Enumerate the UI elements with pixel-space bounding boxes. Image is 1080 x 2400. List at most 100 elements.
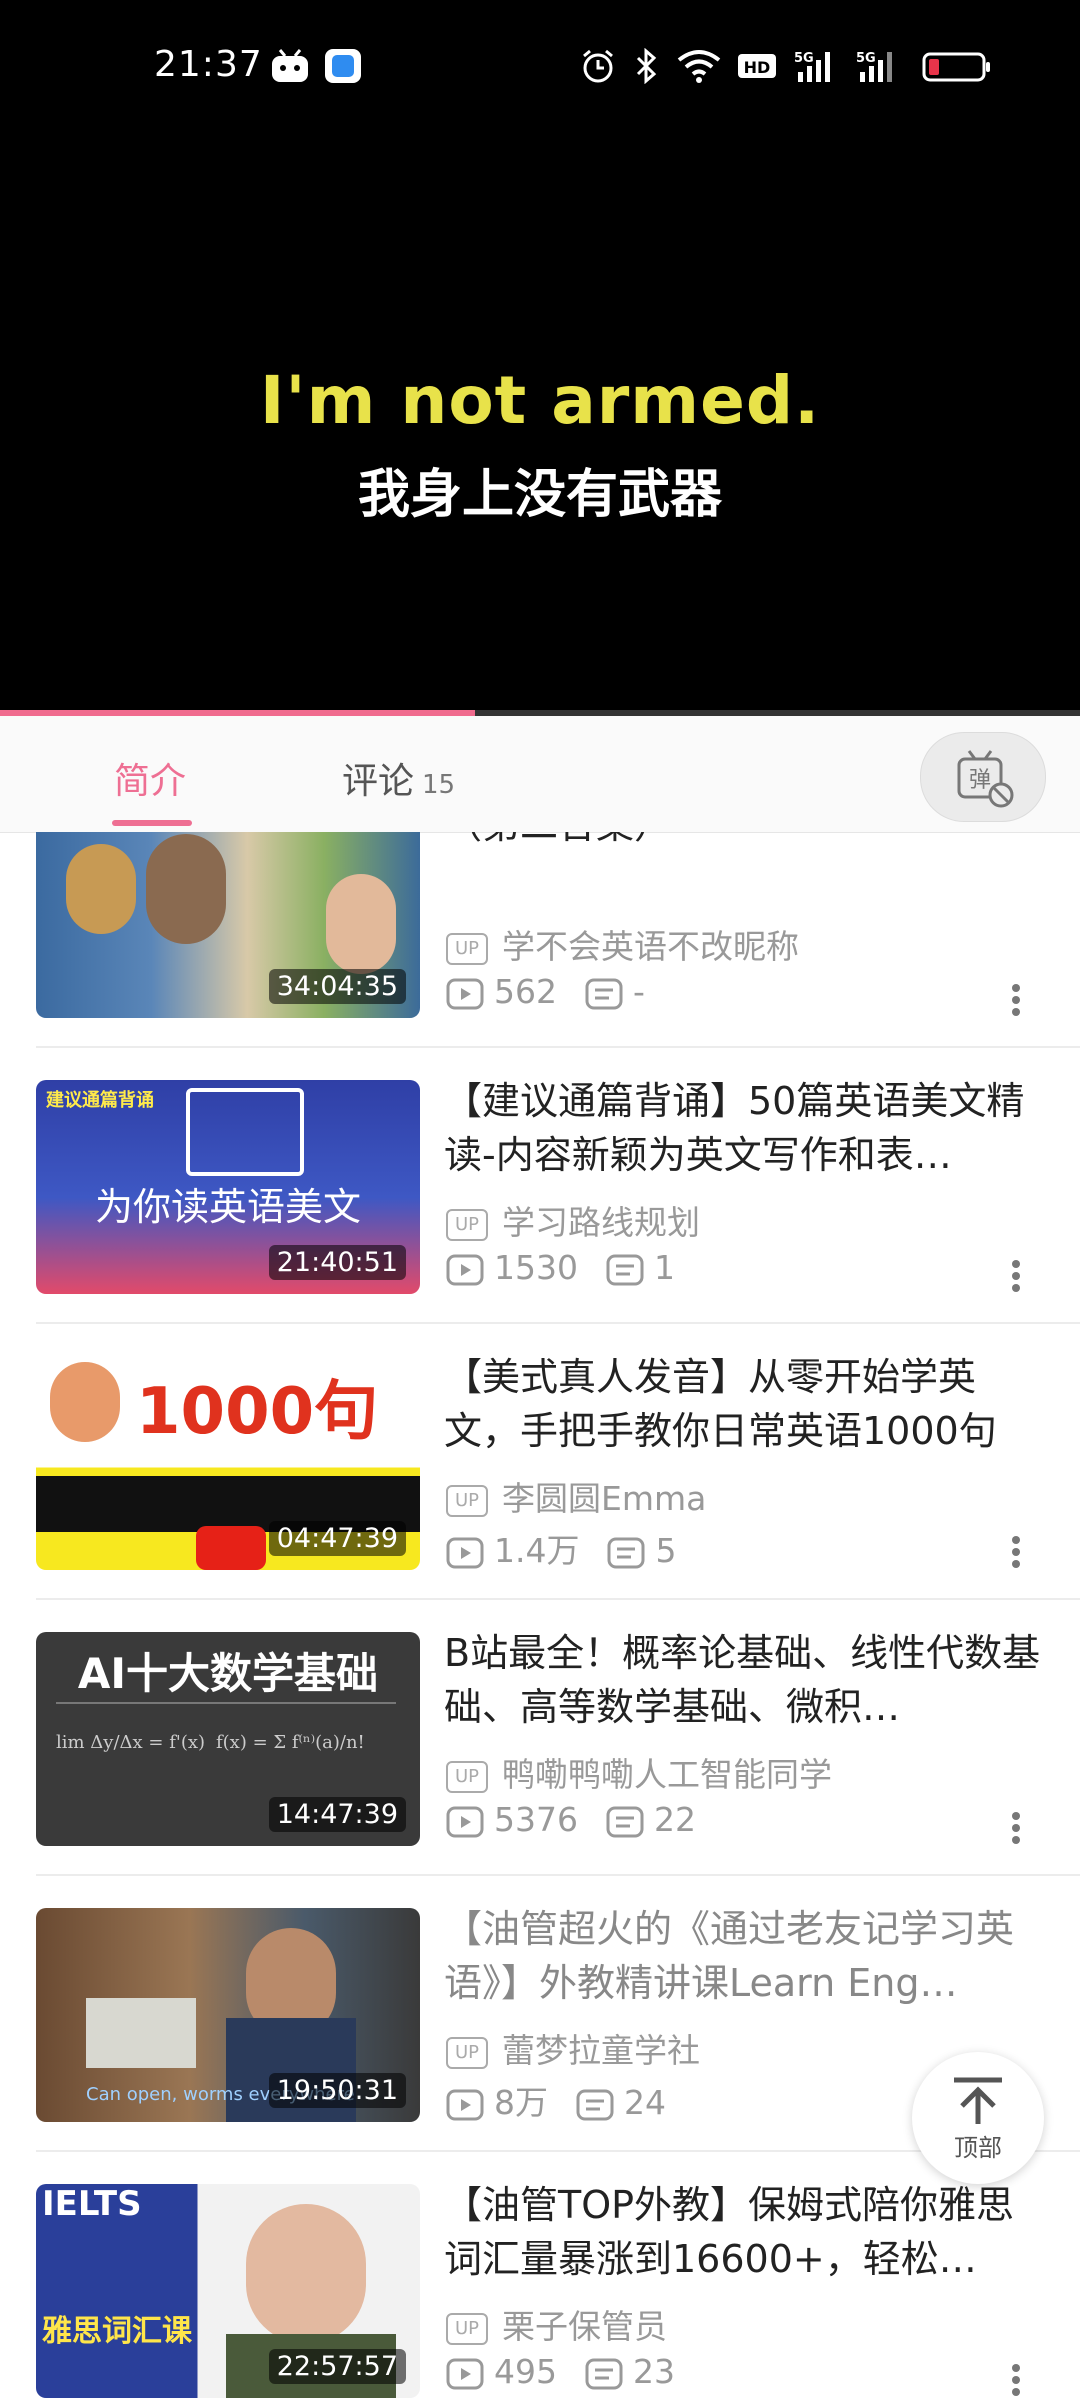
- video-title[interactable]: 【油管TOP外教】保姆式陪你雅思词汇量暴涨到16600+，轻松…: [444, 2178, 1044, 2286]
- danmaku-count-icon: [585, 2358, 623, 2389]
- play-count: 8万: [494, 2083, 548, 2122]
- video-thumbnail[interactable]: AI十大数学基础 lim Δy/Δx = f'(x) f(x) = Σ f⁽ⁿ⁾…: [36, 1632, 420, 1846]
- video-stats: 562 -: [446, 972, 645, 1011]
- video-player[interactable]: 21:37 HD 5G 5G I'm not armed. 我身上没有武器: [0, 0, 1080, 716]
- more-options-button[interactable]: [1010, 980, 1022, 1020]
- video-duration: 21:40:51: [268, 1245, 406, 1280]
- video-stats: 1.4万 5: [446, 1524, 676, 1572]
- subtitle-english: I'm not armed.: [259, 362, 821, 439]
- video-stats: 495 23: [446, 2352, 675, 2391]
- detail-tabs: 简介 评论 15: [0, 716, 1080, 833]
- video-title[interactable]: （第二合集）: [444, 832, 1044, 852]
- play-count: 1530: [494, 1248, 578, 1287]
- play-count: 1.4万: [494, 1531, 580, 1570]
- play-count: 562: [494, 972, 557, 1011]
- tab-comments[interactable]: 评论 15: [342, 752, 455, 804]
- video-title[interactable]: 【美式真人发音】从零开始学英文，手把手教你日常英语1000句: [444, 1350, 1044, 1458]
- more-options-button[interactable]: [1010, 2360, 1022, 2400]
- video-thumbnail[interactable]: 1000句 04:47:39: [36, 1356, 420, 1570]
- play-count: 5376: [494, 1800, 578, 1839]
- danmaku-count: 5: [655, 1531, 677, 1570]
- list-item[interactable]: 34:04:35 （第二合集） UP 学不会英语不改昵称 562 -: [0, 832, 1080, 1048]
- list-item[interactable]: AI十大数学基础 lim Δy/Δx = f'(x) f(x) = Σ f⁽ⁿ⁾…: [0, 1600, 1080, 1876]
- hd-icon: HD: [738, 54, 776, 78]
- video-title[interactable]: 【油管超火的《通过老友记学习英语》】外教精讲课Learn Eng…: [444, 1902, 1044, 2010]
- up-badge: UP: [446, 1760, 488, 1793]
- danmaku-count: 23: [633, 2352, 675, 2391]
- danmaku-count: 22: [653, 1800, 696, 1839]
- danmaku-toggle-icon: 弹: [957, 750, 1014, 808]
- 5g-signal-icon: 5G: [856, 51, 892, 82]
- back-to-top-button[interactable]: 顶部: [912, 2052, 1044, 2184]
- video-thumbnail[interactable]: 34:04:35: [36, 832, 420, 1018]
- play-count-icon: [446, 2358, 484, 2389]
- up-badge: UP: [446, 2036, 488, 2069]
- alarm-icon: [583, 49, 613, 83]
- tab-active-indicator: [112, 820, 192, 826]
- tab-comments-label: 评论: [342, 761, 415, 802]
- uploader-row[interactable]: UP 学习路线规划: [446, 1196, 700, 1242]
- danmaku-count: -: [633, 972, 645, 1011]
- up-badge: UP: [446, 932, 488, 965]
- uploader-row[interactable]: UP 蕾梦拉童学社: [446, 2024, 700, 2070]
- play-count-icon: [446, 1254, 484, 1285]
- list-item[interactable]: 建议通篇背诵 为你读英语美文 21:40:51 【建议通篇背诵】50篇英语美文精…: [0, 1048, 1080, 1324]
- app-icon: [325, 49, 361, 83]
- play-count-icon: [446, 1806, 484, 1837]
- uploader-name: 栗子保管员: [502, 2307, 667, 2346]
- list-item[interactable]: 1000句 04:47:39 【美式真人发音】从零开始学英文，手把手教你日常英语…: [0, 1324, 1080, 1600]
- danmaku-count: 24: [624, 2083, 666, 2122]
- more-options-button[interactable]: [1010, 1256, 1022, 1296]
- danmaku-count-icon: [585, 978, 623, 1009]
- svg-text:5G: 5G: [794, 51, 814, 66]
- tab-intro[interactable]: 简介: [114, 752, 186, 804]
- more-options-button[interactable]: [1010, 1808, 1022, 1848]
- video-thumbnail[interactable]: Can open, worms everywhere 19:50:31: [36, 1908, 420, 2122]
- svg-text:5G: 5G: [856, 51, 876, 66]
- danmaku-count: 1: [653, 1248, 675, 1287]
- danmaku-count-icon: [607, 1537, 645, 1568]
- video-stats: 5376 22: [446, 1800, 696, 1839]
- thumbnail-text: AI十大数学基础: [77, 1649, 379, 1698]
- play-count-icon: [446, 1537, 484, 1568]
- play-count-icon: [446, 978, 484, 1009]
- uploader-row[interactable]: UP 学不会英语不改昵称: [446, 920, 799, 966]
- bilibili-app-icon: [272, 49, 308, 82]
- uploader-row[interactable]: UP 鸭嘞鸭嘞人工智能同学: [446, 1748, 832, 1794]
- back-to-top-label: 顶部: [954, 2134, 1002, 2162]
- video-title[interactable]: B站最全！概率论基础、线性代数基础、高等数学基础、微积…: [444, 1626, 1044, 1734]
- video-duration: 04:47:39: [268, 1521, 406, 1556]
- uploader-name: 蕾梦拉童学社: [502, 2031, 700, 2070]
- uploader-name: 鸭嘞鸭嘞人工智能同学: [502, 1755, 832, 1794]
- svg-text:弹: 弹: [969, 768, 991, 793]
- more-options-button[interactable]: [1010, 1532, 1022, 1572]
- 5g-signal-icon: 5G: [794, 51, 830, 82]
- video-stats: 1530 1: [446, 1248, 675, 1287]
- video-duration: 22:57:57: [268, 2349, 406, 2384]
- tab-comments-count: 15: [422, 770, 456, 800]
- status-bar: 21:37 HD 5G 5G: [0, 0, 1080, 140]
- danmaku-count-icon: [606, 1254, 644, 1285]
- thumbnail-text: 雅思词汇课: [42, 2314, 192, 2349]
- list-item[interactable]: IELTS 雅思词汇课 22:57:57 【油管TOP外教】保姆式陪你雅思词汇量…: [0, 2152, 1080, 2400]
- video-duration: 34:04:35: [268, 969, 406, 1004]
- battery-low-icon: [922, 52, 990, 82]
- uploader-row[interactable]: UP 栗子保管员: [446, 2300, 667, 2346]
- danmaku-toggle-button[interactable]: 弹: [920, 732, 1046, 822]
- video-duration: 19:50:31: [268, 2073, 406, 2108]
- video-thumbnail[interactable]: IELTS 雅思词汇课 22:57:57: [36, 2184, 420, 2398]
- video-title[interactable]: 【建议通篇背诵】50篇英语美文精读-内容新颖为英文写作和表…: [444, 1074, 1044, 1182]
- wifi-icon: [677, 50, 721, 83]
- video-stats: 8万 24: [446, 2076, 666, 2124]
- uploader-name: 学不会英语不改昵称: [502, 927, 799, 966]
- uploader-row[interactable]: UP 李圆圆Emma: [446, 1472, 706, 1518]
- svg-text:HD: HD: [744, 58, 771, 77]
- uploader-name: 李圆圆Emma: [502, 1479, 707, 1518]
- subtitle-chinese: 我身上没有武器: [357, 465, 722, 525]
- video-duration: 14:47:39: [268, 1797, 406, 1832]
- up-badge: UP: [446, 1484, 488, 1517]
- video-thumbnail[interactable]: 建议通篇背诵 为你读英语美文 21:40:51: [36, 1080, 420, 1294]
- danmaku-count-icon: [576, 2089, 614, 2120]
- thumbnail-text: 为你读英语美文: [94, 1185, 361, 1229]
- status-time: 21:37: [154, 44, 263, 85]
